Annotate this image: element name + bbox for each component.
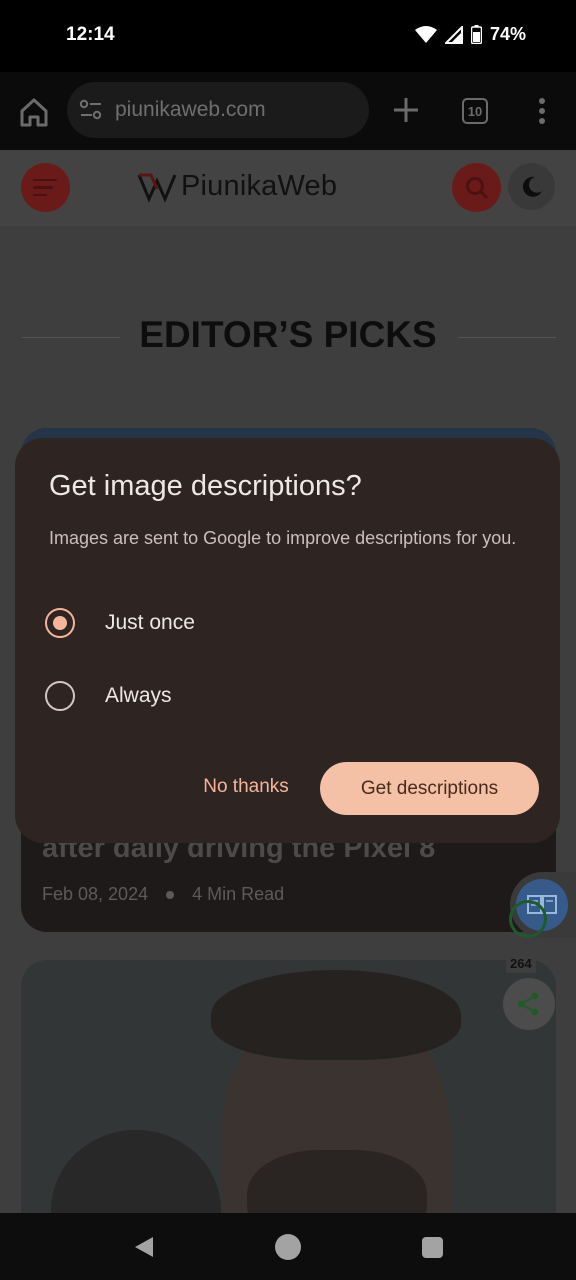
more-vert-icon[interactable] [530, 96, 554, 126]
article-read-time: 4 Min Read [192, 884, 285, 904]
home-icon[interactable] [16, 94, 52, 130]
radio-button-checked[interactable] [45, 608, 75, 638]
moon-icon[interactable] [508, 163, 555, 210]
wifi-icon [414, 25, 437, 43]
battery-icon [470, 25, 482, 44]
option-label: Just once [105, 611, 195, 634]
divider [458, 337, 556, 338]
radio-button-unchecked[interactable] [45, 681, 75, 711]
separator-dot [166, 890, 175, 899]
status-icons: 74% [414, 24, 526, 45]
nav-home-icon[interactable] [275, 1234, 301, 1260]
tab-switcher-icon[interactable]: 10 [462, 98, 488, 124]
url-bar[interactable]: piunikaweb.com [67, 82, 369, 138]
image-descriptions-dialog: Get image descriptions? Images are sent … [15, 438, 560, 843]
image-figure [51, 1130, 221, 1213]
recents-icon[interactable] [422, 1237, 443, 1258]
site-settings-icon[interactable] [79, 99, 103, 121]
option-label: Always [105, 684, 172, 707]
signal-icon [444, 25, 463, 44]
option-just-once[interactable]: Just once [45, 608, 195, 638]
dialog-body: Images are sent to Google to improve des… [49, 528, 517, 548]
menu-icon[interactable] [21, 163, 70, 212]
share-icon[interactable] [503, 978, 555, 1030]
no-thanks-button[interactable]: No thanks [187, 762, 305, 812]
share-count: 264 [506, 954, 536, 973]
logo-mark-icon [137, 173, 177, 203]
article-date: Feb 08, 2024 [42, 884, 149, 904]
article-card-image[interactable] [21, 960, 556, 1213]
back-icon[interactable] [132, 1235, 156, 1259]
battery-percent: 74% [489, 24, 526, 44]
browser-toolbar: piunikaweb.com 10 [0, 72, 576, 150]
get-descriptions-button[interactable]: Get descriptions [320, 762, 539, 815]
option-always[interactable]: Always [45, 681, 172, 711]
status-time: 12:14 [66, 24, 115, 45]
image-beard [247, 1150, 427, 1213]
search-icon[interactable] [452, 163, 501, 212]
site-header: PiunikaWeb [0, 150, 576, 226]
article-meta: Feb 08, 2024 4 Min Read [42, 884, 284, 905]
site-logo[interactable]: PiunikaWeb [137, 170, 337, 203]
system-nav-bar [0, 1213, 576, 1280]
plus-icon[interactable] [390, 94, 422, 126]
whatsapp-icon[interactable] [509, 900, 547, 938]
image-hair [211, 970, 461, 1060]
dialog-title: Get image descriptions? [49, 470, 362, 502]
status-bar: 12:14 74% [0, 0, 576, 72]
url-text: piunikaweb.com [115, 98, 266, 121]
section-title: EDITOR’S PICKS [139, 314, 437, 355]
logo-text: PiunikaWeb [181, 170, 338, 202]
